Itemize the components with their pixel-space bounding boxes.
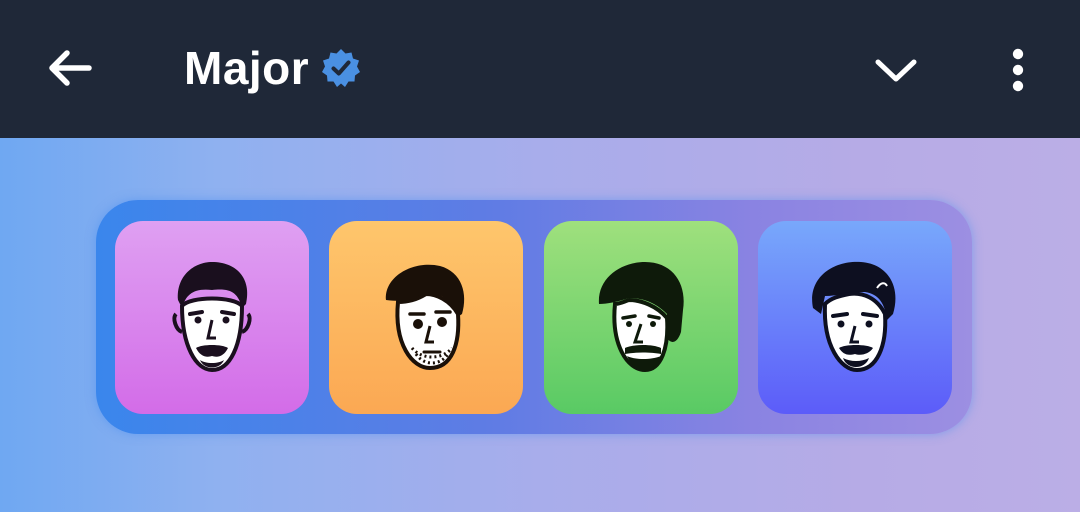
title-group: Major [184,36,361,100]
back-button[interactable] [40,38,100,98]
page-title: Major [184,42,310,94]
more-vertical-icon [1012,48,1024,92]
verified-badge-icon [322,49,361,87]
avatar-tile-3[interactable] [544,221,738,414]
avatar-face-3-icon [598,261,684,372]
back-arrow-icon [49,50,92,86]
avatar-face-1-icon [172,261,252,372]
avatar-face-2-icon [385,264,465,370]
avatar-tile-2[interactable] [329,221,523,414]
avatar-tile-1[interactable] [115,221,309,414]
chevron-down-icon [875,59,917,82]
more-options-button[interactable] [990,40,1046,100]
avatar-face-4-icon [812,261,896,372]
avatar-tray [96,200,972,434]
content-area [0,138,1080,512]
avatar-tile-4[interactable] [758,221,952,414]
app-header: Major [0,0,1080,138]
expand-button[interactable] [866,40,926,100]
